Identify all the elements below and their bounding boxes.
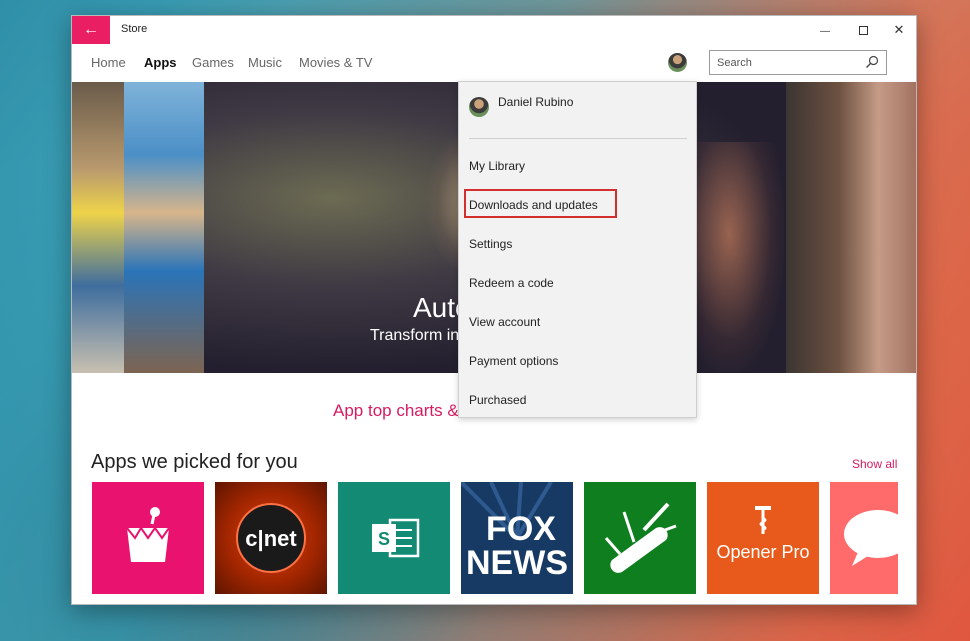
cnet-logo-icon: c|net <box>236 503 306 573</box>
app-tile-cnet[interactable]: c|net <box>215 482 327 594</box>
svg-text:Opener Pro: Opener Pro <box>716 542 809 562</box>
svg-text:S: S <box>378 529 390 549</box>
account-avatar[interactable] <box>668 53 687 72</box>
svg-text:FOX: FOX <box>486 510 556 548</box>
app-top-charts-link[interactable]: App top charts & <box>333 401 459 421</box>
sway-icon: S <box>372 518 420 558</box>
app-tile-talk[interactable] <box>830 482 898 594</box>
menu-item-settings[interactable]: Settings <box>469 237 512 251</box>
app-tile-fox-news[interactable]: FOX NEWS <box>461 482 573 594</box>
swiss-knife-icon <box>604 502 677 573</box>
search-input[interactable] <box>710 51 860 74</box>
maximize-icon <box>858 26 868 36</box>
search-box <box>709 50 887 75</box>
menu-item-view-account[interactable]: View account <box>469 315 540 329</box>
hero-tile-right[interactable] <box>786 82 916 373</box>
app-tile-sway[interactable]: S <box>338 482 450 594</box>
top-nav: Home Apps Games Music Movies & TV <box>72 44 916 82</box>
maximize-button[interactable] <box>844 16 882 44</box>
hero-subtitle: Transform in <box>370 327 460 344</box>
svg-text:c|net: c|net <box>245 526 297 551</box>
nav-movies-tv[interactable]: Movies & TV <box>299 55 372 70</box>
title-bar: ← Store — ✕ <box>72 16 916 44</box>
app-tile-knife[interactable] <box>584 482 696 594</box>
back-button[interactable]: ← <box>72 16 110 44</box>
hero-tile-left[interactable] <box>72 82 124 373</box>
reddit-alien-icon <box>126 507 170 562</box>
menu-user-name[interactable]: Daniel Rubino <box>498 95 573 109</box>
menu-item-my-library[interactable]: My Library <box>469 159 525 173</box>
apps-row: c|net S FOX NEWS Opener Pro <box>92 482 912 602</box>
nav-home[interactable]: Home <box>91 55 126 70</box>
app-tile-opener-pro[interactable]: Opener Pro <box>707 482 819 594</box>
section-title: Apps we picked for you <box>91 451 298 473</box>
svg-text:NEWS: NEWS <box>466 544 568 582</box>
window-title: Store <box>121 23 148 35</box>
show-all-link[interactable]: Show all <box>852 457 897 471</box>
nav-games[interactable]: Games <box>192 55 234 70</box>
minimize-button[interactable]: — <box>806 16 844 44</box>
app-tile-reddit[interactable] <box>92 482 204 594</box>
back-arrow-icon: ← <box>83 21 99 38</box>
nav-apps[interactable]: Apps <box>144 55 177 70</box>
menu-item-redeem-code[interactable]: Redeem a code <box>469 276 554 290</box>
speech-bubble-icon <box>844 510 898 566</box>
menu-item-purchased[interactable]: Purchased <box>469 393 526 407</box>
minimize-icon: — <box>820 26 830 37</box>
hero-tile-protest[interactable] <box>124 82 204 373</box>
account-menu: Daniel Rubino My Library Downloads and u… <box>458 81 697 418</box>
close-button[interactable]: ✕ <box>880 16 916 44</box>
menu-item-payment-options[interactable]: Payment options <box>469 354 558 368</box>
menu-avatar <box>469 97 489 117</box>
fox-news-logo-icon: FOX NEWS <box>461 482 568 582</box>
corkscrew-icon: Opener Pro <box>716 506 810 562</box>
nav-music[interactable]: Music <box>248 55 282 70</box>
close-icon: ✕ <box>893 22 905 37</box>
menu-divider <box>469 138 687 139</box>
menu-item-downloads-updates[interactable]: Downloads and updates <box>469 198 598 212</box>
search-icon[interactable] <box>865 55 879 69</box>
